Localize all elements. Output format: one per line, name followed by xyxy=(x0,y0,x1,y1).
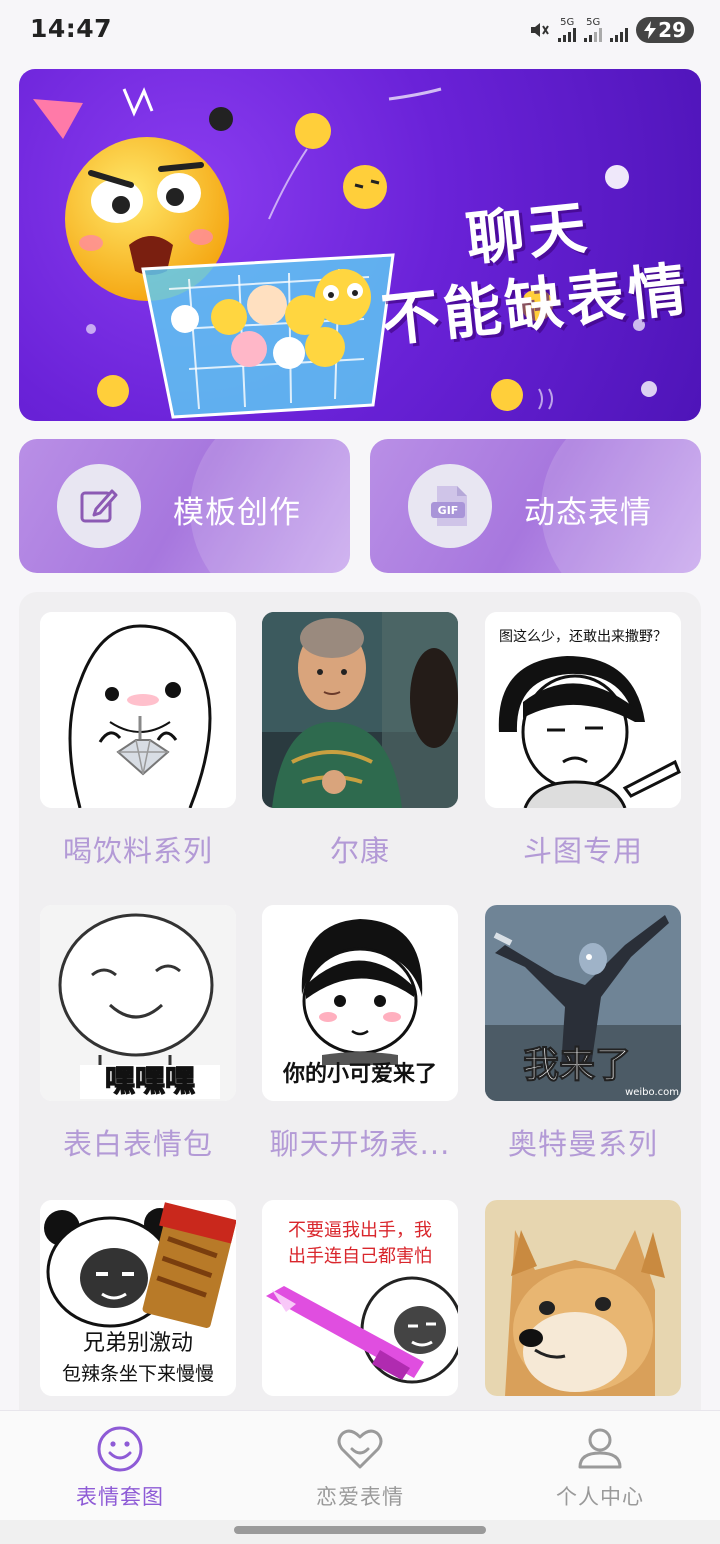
sticker-thumbnail: 图这么少，还敢出来撒野？ xyxy=(485,612,681,808)
sticker-set-item[interactable]: 尔康 xyxy=(262,612,458,870)
sticker-thumbnail: 不要逼我出手，我 出手连自己都害怕 xyxy=(262,1200,458,1396)
signal-3-icon xyxy=(610,18,629,42)
sticker-thumbnail: 兄弟别激动 包辣条坐下来慢慢 xyxy=(40,1200,236,1396)
mute-icon xyxy=(531,23,550,37)
template-create-button[interactable]: 模板创作 xyxy=(19,439,350,573)
sticker-thumbnail xyxy=(40,612,236,808)
animated-emoji-button[interactable]: GIF 动态表情 xyxy=(370,439,701,573)
sticker-image-text: 不要逼我出手，我 xyxy=(288,1220,432,1241)
sticker-image-text: 我来了 xyxy=(523,1045,631,1086)
sticker-image-text: 图这么少，还敢出来撒野？ xyxy=(499,628,667,645)
sticker-set-item[interactable]: 我来了 weibo.com 奥特曼系列 xyxy=(485,905,681,1163)
sticker-set-caption: 奥特曼系列 xyxy=(507,1127,658,1161)
promo-banner[interactable]: 聊天 不能缺表情 xyxy=(19,69,701,421)
nav-tab-love-stickers[interactable]: 恋爱表情 xyxy=(280,1425,440,1511)
sticker-watermark: weibo.com xyxy=(625,1087,679,1098)
sticker-image-text-2: 包辣条坐下来慢慢 xyxy=(62,1363,214,1385)
sticker-thumbnail: 你的小可爱来了 xyxy=(262,905,458,1101)
sticker-set-item[interactable]: 不要逼我出手，我 出手连自己都害怕 xyxy=(262,1200,458,1416)
signal-1-icon: 5G xyxy=(558,17,577,42)
gif-icon-text: GIF xyxy=(438,504,459,517)
battery-indicator: 29 xyxy=(636,17,694,43)
sticker-set-caption: 表白表情包 xyxy=(62,1127,213,1161)
animated-emoji-label: 动态表情 xyxy=(524,495,652,531)
nav-tab-profile[interactable]: 个人中心 xyxy=(520,1425,680,1511)
sticker-set-caption: 斗图专用 xyxy=(522,834,643,868)
sticker-set-item[interactable]: 你的小可爱来了 聊天开场表... xyxy=(262,905,458,1163)
sticker-thumbnail: 嘿嘿嘿 xyxy=(40,905,236,1101)
person-icon xyxy=(578,1428,622,1469)
smiley-icon xyxy=(97,1426,143,1472)
sticker-set-grid: 喝饮料系列 尔康 图这么少，还敢出来撒野？ 斗图专用 嘿嘿嘿 表白表情包 你的小… xyxy=(19,592,701,1432)
status-bar: 14:47 5G 5G 29 xyxy=(0,0,720,60)
nav-tab-label: 表情套图 xyxy=(76,1485,164,1509)
sticker-image-text: 嘿嘿嘿 xyxy=(105,1064,195,1099)
bottom-navigation: 表情套图 恋爱表情 个人中心 xyxy=(0,1410,720,1521)
sticker-set-caption: 聊天开场表... xyxy=(269,1127,451,1161)
sticker-image-text-2: 出手连自己都害怕 xyxy=(288,1246,432,1267)
home-indicator[interactable] xyxy=(234,1526,486,1534)
status-icons: 5G 5G 29 xyxy=(528,16,694,44)
sticker-thumbnail: 我来了 weibo.com xyxy=(485,905,681,1101)
sticker-set-item[interactable]: 图这么少，还敢出来撒野？ 斗图专用 xyxy=(485,612,681,870)
heart-icon xyxy=(337,1429,383,1469)
sticker-set-item[interactable]: 兄弟别激动 包辣条坐下来慢慢 xyxy=(40,1200,236,1416)
sticker-set-caption: 尔康 xyxy=(329,834,390,868)
signal-1-label: 5G xyxy=(560,17,575,28)
battery-level: 29 xyxy=(658,18,686,42)
sticker-set-caption: 喝饮料系列 xyxy=(62,834,213,868)
sticker-set-item[interactable] xyxy=(485,1200,681,1416)
signal-2-icon: 5G xyxy=(584,17,603,42)
sticker-image-text: 你的小可爱来了 xyxy=(282,1061,437,1087)
gif-icon: GIF xyxy=(408,464,492,548)
nav-tab-sticker-sets[interactable]: 表情套图 xyxy=(40,1425,200,1511)
sticker-set-item[interactable]: 喝饮料系列 xyxy=(40,612,236,870)
sticker-set-item[interactable]: 嘿嘿嘿 表白表情包 xyxy=(40,905,236,1163)
nav-tab-label: 个人中心 xyxy=(556,1485,644,1509)
status-time: 14:47 xyxy=(30,14,113,43)
edit-icon xyxy=(57,464,141,548)
template-create-label: 模板创作 xyxy=(173,495,301,531)
nav-tab-label: 恋爱表情 xyxy=(316,1485,404,1509)
sticker-thumbnail xyxy=(262,612,458,808)
charging-icon xyxy=(644,21,657,39)
sticker-image-text: 兄弟别激动 xyxy=(83,1331,193,1356)
signal-2-label: 5G xyxy=(586,17,601,28)
sticker-thumbnail xyxy=(485,1200,681,1396)
